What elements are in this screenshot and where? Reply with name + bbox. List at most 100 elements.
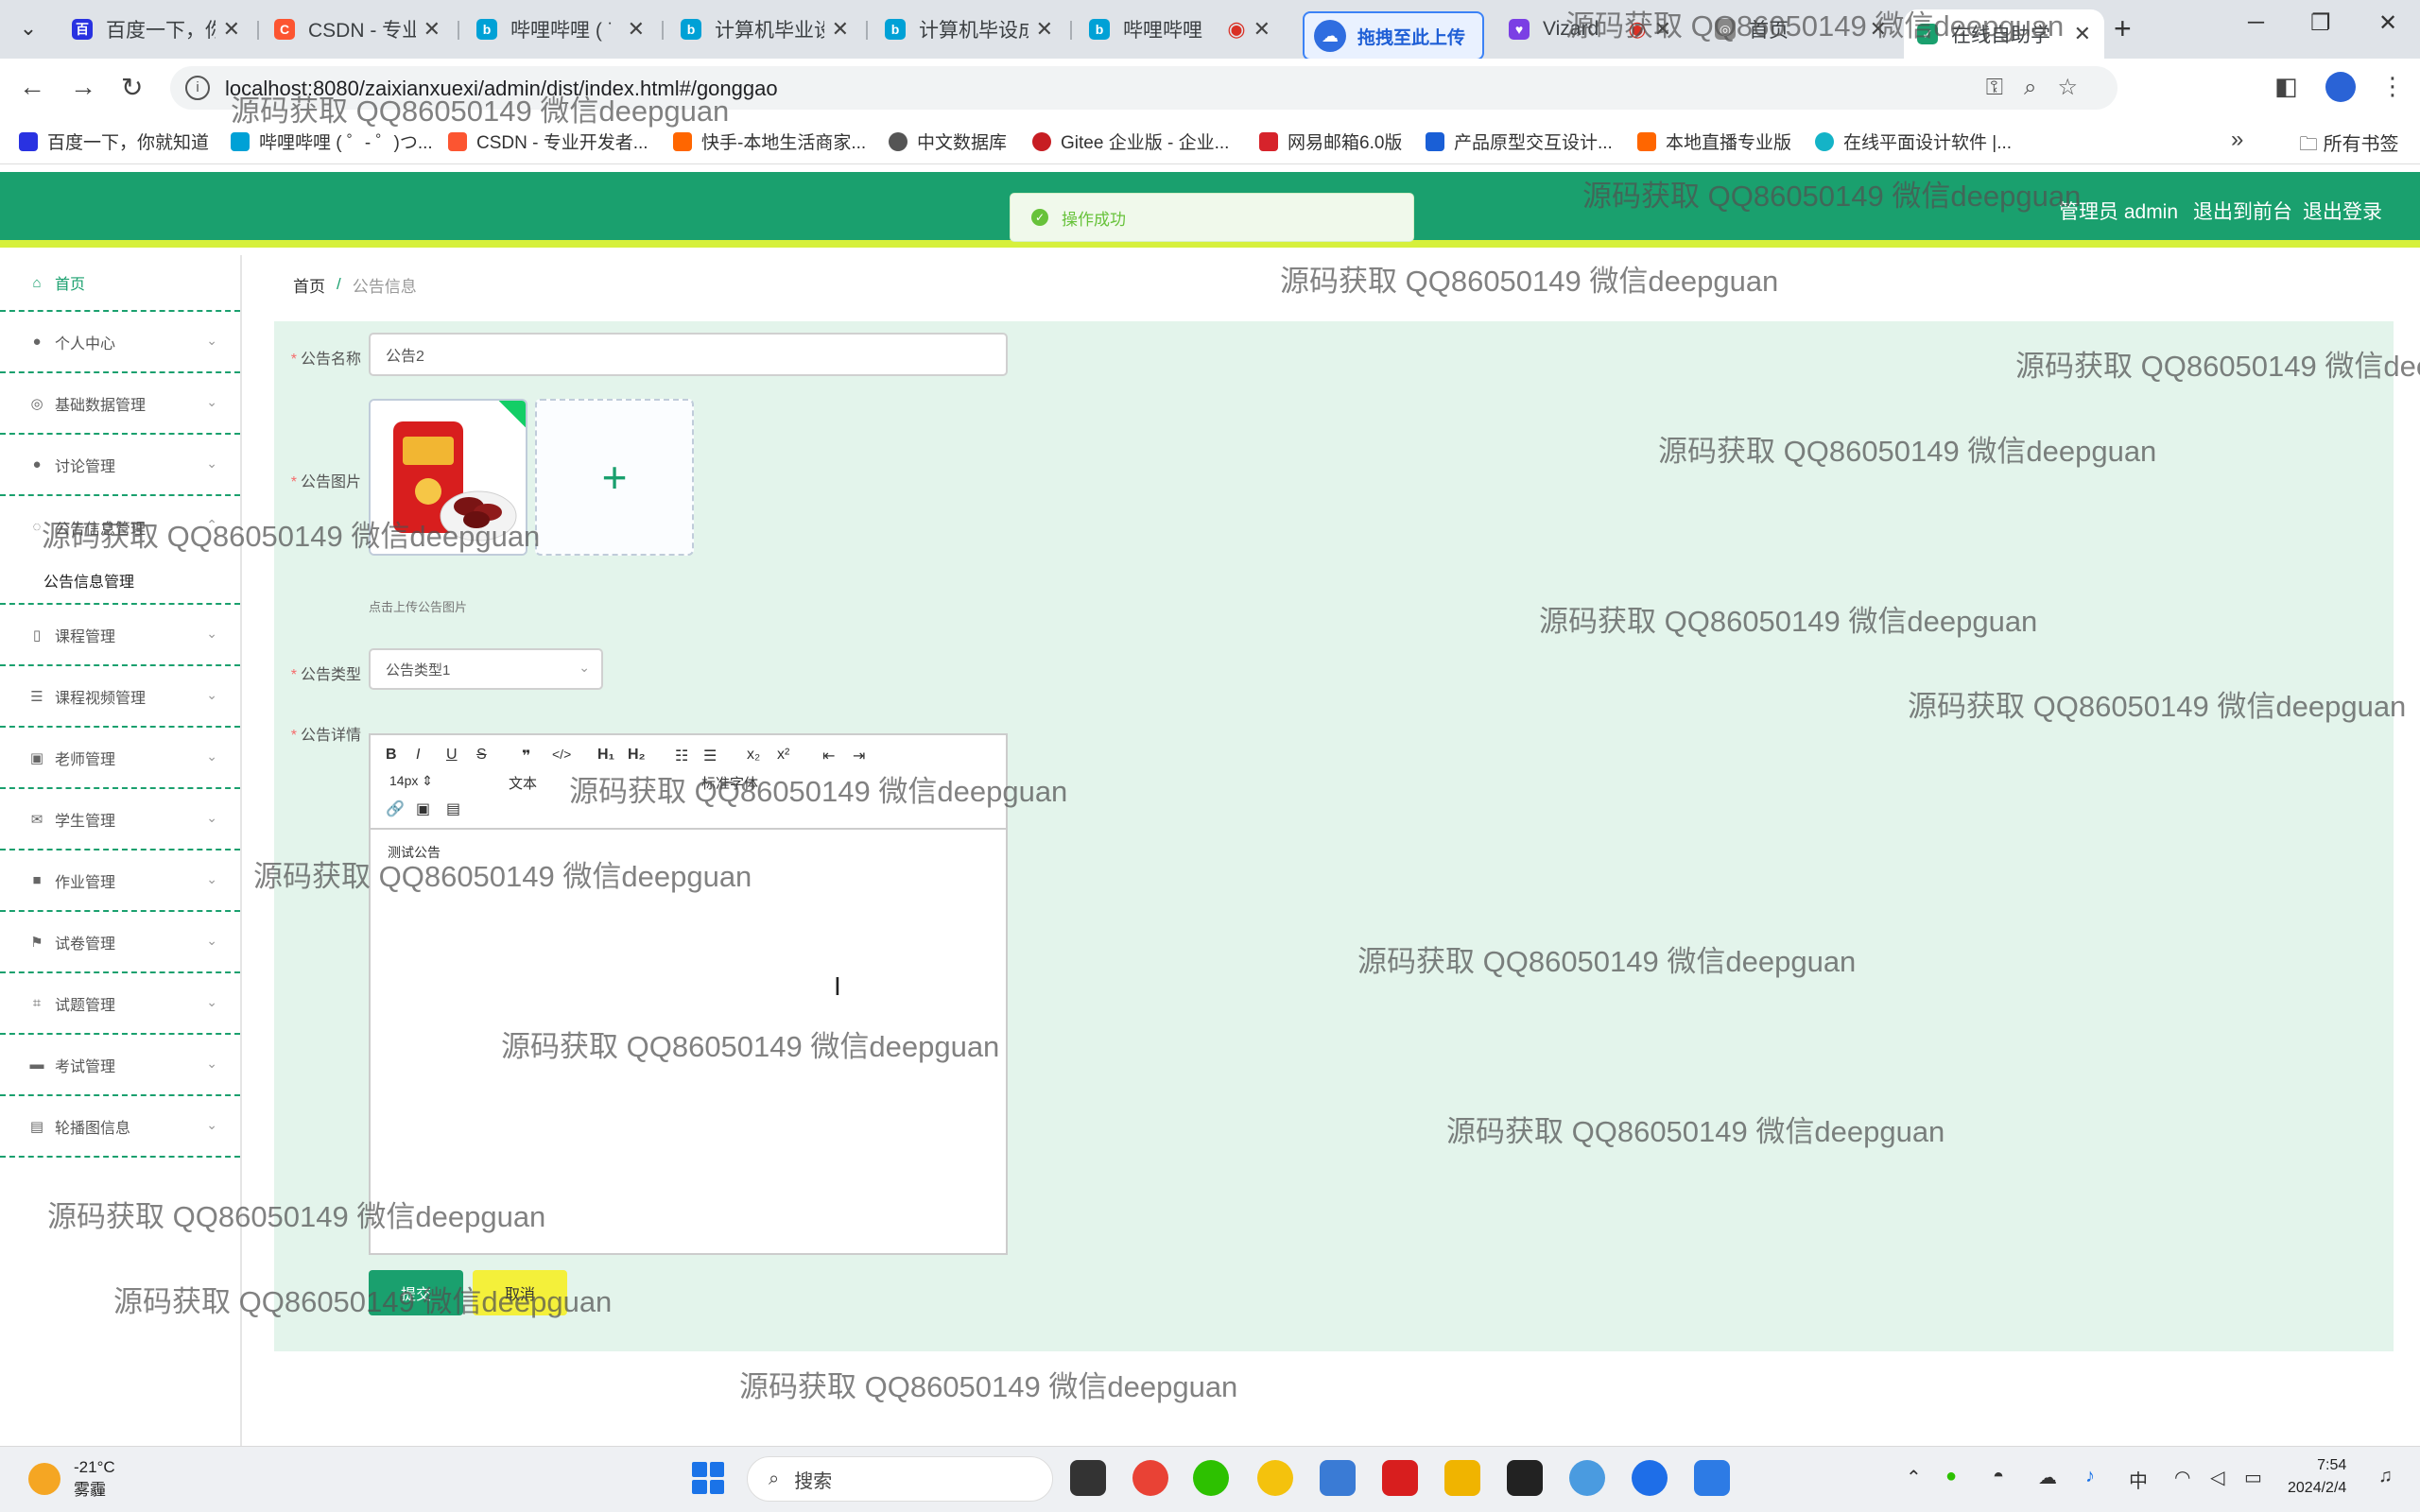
taskbar-clock[interactable]: 7:54 2024/2/4 bbox=[2288, 1454, 2346, 1500]
taskbar-search[interactable]: ⌕ 搜索 bbox=[747, 1456, 1053, 1502]
restore-icon[interactable]: ❐ bbox=[2310, 9, 2331, 37]
tab-close-icon[interactable]: ✕ bbox=[1870, 17, 1887, 42]
sidebar-item-base-data[interactable]: ◎ 基础数据管理 ⌄ bbox=[0, 373, 240, 435]
browser-tab[interactable]: b 计算机毕设成 ✕ bbox=[872, 9, 1066, 49]
superscript-icon[interactable]: x² bbox=[777, 747, 789, 764]
qq-tray-icon[interactable]: ◓ bbox=[1993, 1466, 2004, 1487]
reload-icon[interactable]: ↻ bbox=[121, 72, 143, 103]
address-bar[interactable]: i localhost:8080/zaixianxuexi/admin/dist… bbox=[170, 66, 2118, 110]
tab-close-icon[interactable]: ✕ bbox=[628, 17, 645, 42]
bookmarks-overflow-icon[interactable]: » bbox=[2231, 127, 2243, 153]
sidebar-item-home[interactable]: ⌂ 首页 bbox=[0, 255, 240, 312]
site-info-icon[interactable]: i bbox=[185, 76, 210, 100]
sidebar-item-notice[interactable]: ◌ 公告信息管理 ⌃ bbox=[0, 496, 240, 558]
sidebar-item-student[interactable]: ✉ 学生管理 ⌄ bbox=[0, 789, 240, 850]
sidebar-item-profile[interactable]: ● 个人中心 ⌄ bbox=[0, 312, 240, 373]
bookmark-item[interactable]: 网易邮箱6.0版 bbox=[1259, 129, 1402, 154]
wps-icon[interactable] bbox=[1382, 1460, 1418, 1496]
new-tab-icon[interactable]: + bbox=[2114, 11, 2132, 46]
chrome-icon[interactable] bbox=[1132, 1460, 1168, 1496]
weather-widget[interactable]: -21°C 雾霾 bbox=[28, 1456, 115, 1502]
tab-close-icon[interactable]: ✕ bbox=[1036, 17, 1053, 42]
drag-upload-button[interactable]: ☁ 拖拽至此上传 bbox=[1303, 11, 1484, 60]
logout-link[interactable]: 退出登录 bbox=[2303, 197, 2382, 225]
video-icon[interactable]: ▤ bbox=[446, 799, 460, 818]
wechat-tray-icon[interactable]: ● bbox=[1945, 1466, 1957, 1487]
tab-close-icon[interactable]: ✕ bbox=[2074, 22, 2091, 46]
tab-search-button[interactable]: ⌄ bbox=[11, 11, 45, 45]
microphone-icon[interactable]: ♪ bbox=[2085, 1466, 2095, 1487]
breadcrumb-home[interactable]: 首页 bbox=[293, 273, 325, 297]
browser-tab[interactable]: b 哔哩哔哩 ( ˙ ✕ bbox=[463, 9, 658, 49]
bookmark-item[interactable]: 产品原型交互设计... bbox=[1426, 129, 1613, 154]
subscript-icon[interactable]: x₂ bbox=[747, 747, 760, 764]
browser-tab[interactable]: b 哔哩哔哩 ◉ ✕ bbox=[1076, 9, 1284, 49]
link-icon[interactable]: 🔗 bbox=[386, 799, 405, 818]
notice-type-select[interactable]: 公告类型1 ⌄ bbox=[369, 648, 603, 690]
cloud-icon[interactable]: ☁ bbox=[2038, 1466, 2057, 1489]
tab-close-icon[interactable]: ✕ bbox=[424, 17, 441, 42]
forward-icon[interactable]: → bbox=[70, 72, 96, 102]
app-icon[interactable] bbox=[1257, 1460, 1293, 1496]
editor-content[interactable]: 测试公告 bbox=[388, 843, 441, 862]
uploaded-image-thumbnail[interactable] bbox=[369, 399, 527, 556]
tab-close-icon[interactable]: ✕ bbox=[1253, 17, 1270, 42]
back-icon[interactable]: ← bbox=[19, 72, 45, 102]
tab-close-icon[interactable]: ✕ bbox=[223, 17, 240, 42]
rich-text-editor[interactable]: B I U S ❞ </> H₁ H₂ ☷ ☰ x₂ x² ⇤ ⇥ 14px ⇕… bbox=[369, 733, 1008, 1255]
wechat-icon[interactable] bbox=[1193, 1460, 1229, 1496]
bookmark-item[interactable]: CSDN - 专业开发者... bbox=[448, 129, 648, 154]
underline-icon[interactable]: U bbox=[446, 747, 458, 764]
volume-icon[interactable]: ◁ bbox=[2210, 1466, 2224, 1489]
indent-icon[interactable]: ⇥ bbox=[853, 747, 865, 765]
sidebar-item-homework[interactable]: ■ 作业管理 ⌄ bbox=[0, 850, 240, 912]
profile-avatar[interactable] bbox=[2325, 72, 2356, 102]
heading1-icon[interactable]: H₁ bbox=[597, 747, 614, 764]
cancel-button[interactable]: 取消 bbox=[473, 1270, 567, 1315]
notepad-icon[interactable] bbox=[1694, 1460, 1730, 1496]
browser-tab[interactable]: ◎ 首页 ✕ bbox=[1702, 9, 1900, 49]
ordered-list-icon[interactable]: ☷ bbox=[675, 747, 688, 765]
bookmark-item[interactable]: 哔哩哔哩 ( ゜- ゜)つ... bbox=[231, 129, 433, 154]
heading2-icon[interactable]: H₂ bbox=[628, 747, 646, 764]
app-icon[interactable] bbox=[1632, 1460, 1668, 1496]
sidebar-item-exam[interactable]: ▬ 考试管理 ⌄ bbox=[0, 1035, 240, 1096]
bookmark-item[interactable]: 本地直播专业版 bbox=[1637, 129, 1791, 154]
code-icon[interactable]: </> bbox=[552, 747, 571, 762]
ime-icon[interactable]: 中 bbox=[2129, 1466, 2148, 1493]
browser-tab[interactable]: ♥ Vizard ◉ ✕ bbox=[1495, 9, 1685, 49]
back-to-front-link[interactable]: 退出到前台 bbox=[2193, 197, 2292, 225]
tab-close-icon[interactable]: ✕ bbox=[832, 17, 849, 42]
netdisk-icon[interactable] bbox=[1320, 1460, 1356, 1496]
zoom-icon[interactable]: ⌕ bbox=[2024, 75, 2057, 100]
more-menu-icon[interactable]: ⋮ bbox=[2380, 72, 2405, 101]
strike-icon[interactable]: S bbox=[476, 747, 487, 764]
outdent-icon[interactable]: ⇤ bbox=[822, 747, 835, 765]
browser-tab[interactable]: 百 百度一下，你 ✕ bbox=[59, 9, 253, 49]
sidebar-item-course[interactable]: ▯ 课程管理 ⌄ bbox=[0, 605, 240, 666]
url-text[interactable]: localhost:8080/zaixianxuexi/admin/dist/i… bbox=[225, 77, 778, 101]
paragraph-select[interactable]: 文本 bbox=[509, 773, 537, 793]
tab-close-icon[interactable]: ✕ bbox=[1654, 17, 1671, 42]
blockquote-icon[interactable]: ❞ bbox=[522, 747, 530, 765]
bookmark-item[interactable]: 快手-本地生活商家... bbox=[673, 129, 866, 154]
image-icon[interactable]: ▣ bbox=[416, 799, 430, 818]
notice-name-input[interactable]: 公告2 bbox=[369, 333, 1008, 376]
sidebar-item-teacher[interactable]: ▣ 老师管理 ⌄ bbox=[0, 728, 240, 789]
browser-tab-active[interactable]: ✓ 在线自助学 ✕ bbox=[1904, 9, 2104, 59]
battery-icon[interactable]: ▭ bbox=[2244, 1466, 2262, 1489]
sidebar-item-course-video[interactable]: ☰ 课程视频管理 ⌄ bbox=[0, 666, 240, 728]
bookmark-item[interactable]: 在线平面设计软件 |... bbox=[1815, 129, 2012, 154]
sidebar-submenu-notice-manage[interactable]: 公告信息管理 bbox=[0, 558, 240, 605]
font-size-select[interactable]: 14px ⇕ bbox=[389, 773, 433, 789]
bookmark-item[interactable]: 中文数据库 bbox=[889, 129, 1007, 154]
notification-bell-icon[interactable]: ♫ bbox=[2378, 1466, 2393, 1487]
sidebar-item-carousel[interactable]: ▤ 轮播图信息 ⌄ bbox=[0, 1096, 240, 1158]
sidebar-item-discussion[interactable]: ● 讨论管理 ⌄ bbox=[0, 435, 240, 496]
intellij-icon[interactable] bbox=[1507, 1460, 1543, 1496]
wifi-icon[interactable]: ◠ bbox=[2174, 1466, 2190, 1489]
browser-tab[interactable]: C CSDN - 专业 ✕ bbox=[261, 9, 454, 49]
submit-button[interactable]: 提交 bbox=[369, 1270, 463, 1315]
sidepanel-icon[interactable]: ◧ bbox=[2274, 72, 2298, 101]
close-window-icon[interactable]: ✕ bbox=[2378, 9, 2397, 37]
